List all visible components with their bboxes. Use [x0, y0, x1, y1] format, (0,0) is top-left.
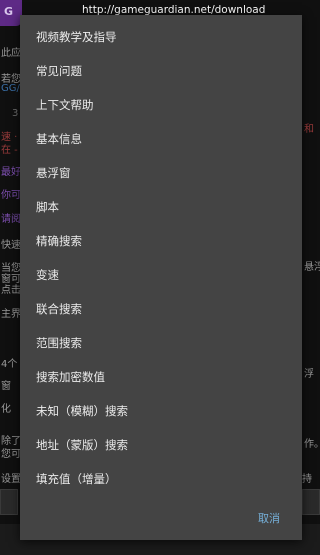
menu-item[interactable]: 填充值（增量）: [20, 462, 302, 496]
background-button-right: [302, 489, 320, 515]
menu-item[interactable]: 基本信息: [20, 122, 302, 156]
menu-item[interactable]: 上下文帮助: [20, 88, 302, 122]
background-text-fragment: 此应: [1, 48, 21, 59]
background-text-fragment: 你可: [1, 190, 21, 201]
menu-item[interactable]: 脚本: [20, 190, 302, 224]
menu-item[interactable]: 范围搜索: [20, 326, 302, 360]
background-text-fragment: 请阅: [1, 214, 21, 225]
menu-item[interactable]: 悬浮窗: [20, 156, 302, 190]
cancel-button[interactable]: 取消: [258, 511, 280, 527]
background-text-fragment: 设置: [1, 474, 21, 485]
background-text-fragment: 您可: [1, 449, 21, 460]
help-menu-list: 视频教学及指导 常见问题 上下文帮助 基本信息 悬浮窗 脚本 精确搜索 变速 联合搜索 范围搜索搜…: [20, 20, 302, 496]
menu-item[interactable]: 搜索加密数值: [20, 360, 302, 394]
background-button-left: [0, 489, 18, 515]
menu-item[interactable]: 常见问题: [20, 54, 302, 88]
background-text-fragment: 快速: [1, 240, 21, 251]
background-text-fragment: 点击: [1, 285, 21, 296]
app-logo-icon: G: [0, 0, 22, 26]
background-text-fragment: 3: [12, 108, 19, 119]
menu-item[interactable]: 视频教学及指导: [20, 20, 302, 54]
background-text-fragment: 和: [304, 124, 314, 135]
background-text-fragment: 持: [302, 474, 312, 485]
menu-item[interactable]: 精确搜索: [20, 224, 302, 258]
background-text-fragment: 主界: [1, 309, 21, 320]
menu-item[interactable]: 联合搜索: [20, 292, 302, 326]
background-text-fragment: 化: [1, 404, 11, 415]
background-text-fragment: 作。: [304, 439, 320, 450]
background-text-fragment: GG/: [1, 83, 20, 94]
background-text-fragment: 窗: [1, 381, 11, 392]
menu-item[interactable]: 变速: [20, 258, 302, 292]
background-text-fragment: 悬浮: [304, 262, 320, 273]
background-text-fragment: 在 -: [1, 145, 18, 156]
menu-item[interactable]: 地址（蒙版）搜索: [20, 428, 302, 462]
background-text-fragment: 4个: [1, 359, 18, 370]
help-menu-dialog: 视频教学及指导 常见问题 上下文帮助 基本信息 悬浮窗 脚本 精确搜索 变速 联合搜索 范围搜索搜…: [20, 15, 302, 540]
background-text-fragment: 最好: [1, 167, 21, 178]
background-text-fragment: 浮: [304, 369, 314, 380]
app-logo-letter: G: [4, 5, 14, 18]
menu-item[interactable]: 未知（模糊）搜索: [20, 394, 302, 428]
